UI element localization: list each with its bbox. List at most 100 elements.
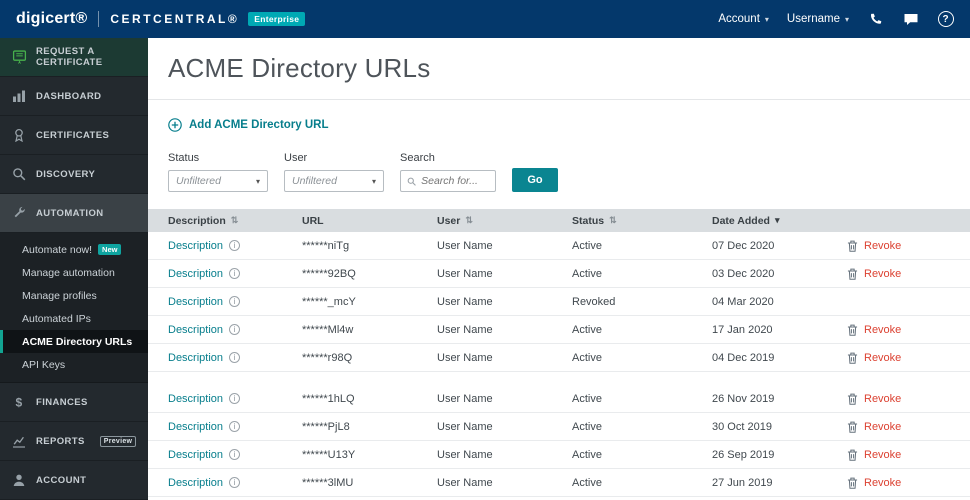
url-cell: ******PjL8 bbox=[302, 420, 350, 433]
username-menu-label: Username bbox=[786, 13, 840, 25]
dollar-icon: $ bbox=[12, 395, 27, 410]
sort-desc-icon[interactable]: ▾ bbox=[775, 215, 780, 226]
chat-icon[interactable] bbox=[902, 11, 919, 28]
username-menu[interactable]: Username ▾ bbox=[787, 13, 849, 25]
page-title: ACME Directory URLs bbox=[168, 53, 431, 83]
table-row: Description i ******PjL8 User Name Active… bbox=[148, 413, 970, 441]
info-icon[interactable]: i bbox=[229, 393, 241, 404]
sidebar-item-label: CERTIFICATES bbox=[36, 129, 110, 141]
revoke-button[interactable]: Revoke bbox=[847, 240, 901, 252]
sidebar-subitem-manage-profiles[interactable]: Manage profiles bbox=[0, 284, 148, 307]
main-content: ACME Directory URLs Add ACME Directory U… bbox=[148, 38, 970, 500]
sidebar-item-certificates[interactable]: CERTIFICATES bbox=[0, 116, 148, 155]
account-menu[interactable]: Account ▾ bbox=[718, 13, 769, 25]
description-link[interactable]: Description bbox=[168, 268, 223, 280]
search-icon bbox=[407, 177, 416, 186]
chevron-down-icon: ▾ bbox=[844, 14, 849, 24]
description-link[interactable]: Description bbox=[168, 477, 223, 489]
url-cell: ******U13Y bbox=[302, 448, 356, 461]
search-input[interactable] bbox=[421, 175, 489, 187]
status-filter-select[interactable]: Unfiltered ▾ bbox=[168, 170, 268, 192]
user-cell: User Name bbox=[437, 420, 493, 433]
table-row: Description i ******r98Q User Name Active… bbox=[148, 344, 970, 372]
table-row: Description i ******_mcY User Name Revoke… bbox=[148, 288, 970, 316]
column-header-description[interactable]: Description ⇅ bbox=[168, 215, 302, 227]
info-icon[interactable]: i bbox=[229, 296, 241, 307]
user-filter-value: Unfiltered bbox=[292, 175, 337, 187]
sort-icon[interactable]: ⇅ bbox=[465, 215, 473, 226]
sidebar-item-label: DISCOVERY bbox=[36, 168, 96, 180]
info-icon[interactable]: i bbox=[229, 240, 241, 251]
search-box bbox=[400, 170, 496, 192]
description-link[interactable]: Description bbox=[168, 352, 223, 364]
sidebar-subitem-label: Automated IPs bbox=[22, 312, 91, 325]
revoke-button[interactable]: Revoke bbox=[847, 324, 901, 336]
user-filter: User Unfiltered ▾ bbox=[284, 152, 384, 192]
user-filter-select[interactable]: Unfiltered ▾ bbox=[284, 170, 384, 192]
sidebar-item-account[interactable]: ACCOUNT bbox=[0, 461, 148, 500]
sidebar-subitem-manage-automation[interactable]: Manage automation bbox=[0, 261, 148, 284]
sidebar-item-request-a-certificate[interactable]: REQUEST A CERTIFICATE bbox=[0, 38, 148, 77]
description-link[interactable]: Description bbox=[168, 296, 223, 308]
url-cell: ******Ml4w bbox=[302, 323, 354, 336]
url-cell: ******1hLQ bbox=[302, 392, 355, 405]
info-icon[interactable]: i bbox=[229, 477, 241, 488]
chevron-down-icon: ▾ bbox=[371, 176, 376, 186]
description-link[interactable]: Description bbox=[168, 240, 223, 252]
date-cell: 27 Jun 2019 bbox=[712, 476, 773, 489]
status-filter-value: Unfiltered bbox=[176, 175, 221, 187]
revoke-button[interactable]: Revoke bbox=[847, 352, 901, 364]
column-header-date-added[interactable]: Date Added ▾ bbox=[712, 215, 847, 227]
search-filter-label: Search bbox=[400, 152, 435, 164]
sort-icon[interactable]: ⇅ bbox=[231, 215, 239, 226]
description-link[interactable]: Description bbox=[168, 393, 223, 405]
sidebar-item-finances[interactable]: $ FINANCES bbox=[0, 383, 148, 422]
sidebar-subitem-acme-directory-urls[interactable]: ACME Directory URLs bbox=[0, 330, 148, 353]
column-header-status[interactable]: Status ⇅ bbox=[572, 215, 712, 227]
sort-icon[interactable]: ⇅ bbox=[609, 215, 617, 226]
sidebar-subitem-api-keys[interactable]: API Keys bbox=[0, 353, 148, 376]
new-badge: New bbox=[98, 244, 122, 255]
sidebar-item-dashboard[interactable]: DASHBOARD bbox=[0, 77, 148, 116]
revoke-button[interactable]: Revoke bbox=[847, 268, 901, 280]
info-icon[interactable]: i bbox=[229, 268, 241, 279]
sidebar-subitem-automate-now[interactable]: Automate now! New bbox=[0, 238, 148, 261]
status-cell: Active bbox=[572, 392, 602, 405]
info-icon[interactable]: i bbox=[229, 352, 241, 363]
info-icon[interactable]: i bbox=[229, 324, 241, 335]
add-acme-directory-url-link[interactable]: Add ACME Directory URL bbox=[168, 118, 329, 132]
ribbon-icon bbox=[12, 128, 27, 143]
trash-icon bbox=[847, 324, 858, 336]
sidebar-item-automation[interactable]: AUTOMATION bbox=[0, 194, 148, 233]
info-icon[interactable]: i bbox=[229, 449, 241, 460]
date-cell: 04 Mar 2020 bbox=[712, 295, 774, 308]
digicert-logo[interactable]: digicert® bbox=[16, 10, 87, 28]
revoke-button[interactable]: Revoke bbox=[847, 393, 901, 405]
revoke-button[interactable]: Revoke bbox=[847, 421, 901, 433]
revoke-button[interactable]: Revoke bbox=[847, 449, 901, 461]
sidebar-item-label: REQUEST A CERTIFICATE bbox=[36, 46, 103, 68]
trash-icon bbox=[847, 352, 858, 364]
wrench-icon bbox=[12, 206, 27, 221]
date-cell: 30 Oct 2019 bbox=[712, 420, 772, 433]
revoke-button[interactable]: Revoke bbox=[847, 477, 901, 489]
url-cell: ******_mcY bbox=[302, 295, 356, 308]
description-link[interactable]: Description bbox=[168, 421, 223, 433]
status-cell: Active bbox=[572, 448, 602, 461]
info-icon[interactable]: i bbox=[229, 421, 241, 432]
column-header-user[interactable]: User ⇅ bbox=[437, 215, 572, 227]
phone-icon[interactable] bbox=[867, 11, 884, 28]
column-header-url[interactable]: URL bbox=[302, 215, 437, 227]
url-cell: ******r98Q bbox=[302, 351, 353, 364]
description-link[interactable]: Description bbox=[168, 449, 223, 461]
description-link[interactable]: Description bbox=[168, 324, 223, 336]
sidebar-item-reports[interactable]: REPORTS Preview bbox=[0, 422, 148, 461]
table-row: Description i ******3lMU User Name Active… bbox=[148, 469, 970, 497]
help-icon[interactable]: ? bbox=[937, 11, 954, 28]
sidebar-item-discovery[interactable]: DISCOVERY bbox=[0, 155, 148, 194]
sidebar-subitem-automated-ips[interactable]: Automated IPs bbox=[0, 307, 148, 330]
status-cell: Active bbox=[572, 476, 602, 489]
status-filter: Status Unfiltered ▾ bbox=[168, 152, 268, 192]
table-row: Description i ******U13Y User Name Active… bbox=[148, 441, 970, 469]
go-button[interactable]: Go bbox=[512, 168, 558, 192]
